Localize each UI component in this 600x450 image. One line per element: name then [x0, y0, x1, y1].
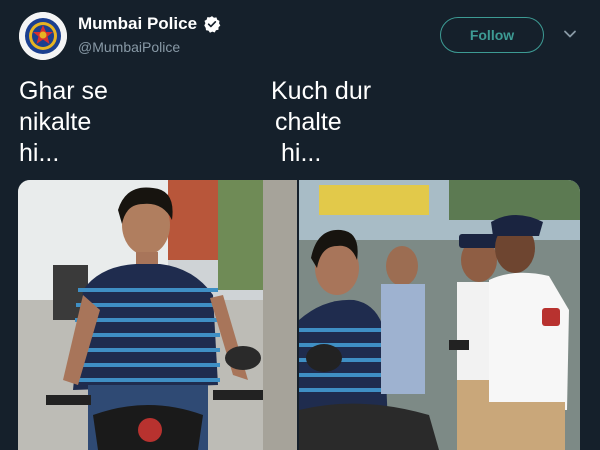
tweet-text-line: hi...	[19, 139, 60, 167]
author-name-row: Mumbai Police	[78, 14, 221, 34]
tweet-text-left: Ghar se nikalte hi...	[19, 76, 108, 169]
tweet-text-right: Kuch dur chalte hi...	[271, 76, 371, 169]
chevron-down-icon[interactable]	[563, 27, 577, 41]
photo-young-man-with-traffic-police[interactable]	[299, 180, 580, 450]
tweet-text-line: hi...	[281, 139, 322, 167]
tweet-text-line: Ghar se	[19, 77, 108, 105]
tweet-text-line: nikalte	[19, 108, 92, 136]
author-display-name[interactable]: Mumbai Police	[78, 14, 197, 34]
avatar[interactable]	[19, 12, 67, 60]
tweet-text-line: Kuch dur	[271, 77, 372, 105]
tweet-media	[18, 180, 580, 450]
follow-button[interactable]: Follow	[440, 17, 544, 53]
photo-young-man-on-scooter[interactable]	[18, 180, 297, 450]
police-emblem-icon	[19, 12, 67, 60]
author-handle[interactable]: @MumbaiPolice	[78, 39, 180, 55]
tweet-text-line: chalte	[275, 108, 342, 136]
verified-badge-icon	[204, 16, 221, 33]
tweet-header: Mumbai Police @MumbaiPolice Follow	[0, 0, 600, 70]
